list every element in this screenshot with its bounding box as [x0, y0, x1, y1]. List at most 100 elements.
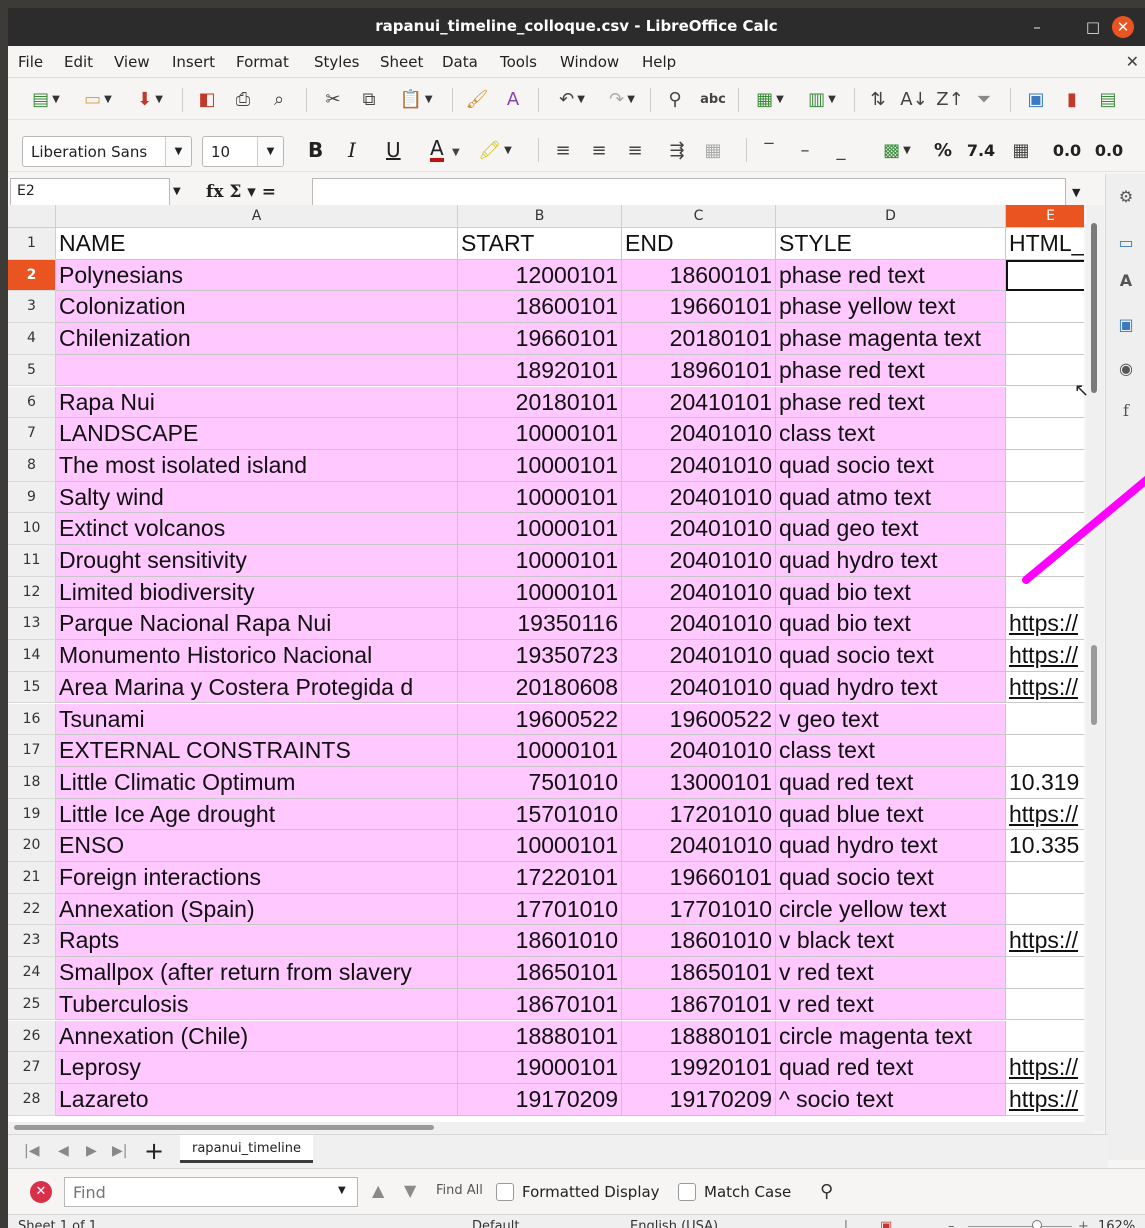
italic-button[interactable]: I: [348, 138, 356, 162]
select-all-corner[interactable]: [8, 205, 56, 228]
cell-a28[interactable]: Lazareto: [56, 1083, 458, 1116]
align-bottom-icon[interactable]: _: [828, 137, 854, 163]
insert-image-icon[interactable]: ▣: [1022, 86, 1050, 112]
minimize-button[interactable]: –: [1024, 14, 1050, 40]
cell-b13[interactable]: 19350116: [458, 608, 622, 641]
cell-d6[interactable]: phase red text: [776, 386, 1006, 419]
highlight-color-icon[interactable]: 🖍 ▼: [478, 137, 512, 163]
cell-d27[interactable]: quad red text: [776, 1052, 1006, 1084]
cell-a5[interactable]: [56, 354, 458, 387]
cell-a20[interactable]: ENSO: [56, 830, 458, 862]
cell-a24[interactable]: Smallpox (after return from slavery: [56, 957, 458, 989]
column-header-b[interactable]: B: [458, 205, 622, 228]
cell-d8[interactable]: quad socio text: [776, 449, 1006, 482]
clone-formatting-icon[interactable]: 🖌: [464, 86, 490, 112]
cell-e3[interactable]: [1006, 291, 1084, 324]
cell-d19[interactable]: quad blue text: [776, 798, 1006, 831]
find-replace-icon[interactable]: ⚲: [660, 86, 690, 112]
close-find-icon[interactable]: ✕: [30, 1181, 52, 1203]
cell-e19[interactable]: https://: [1006, 799, 1084, 831]
cell-d25[interactable]: v red text: [776, 988, 1006, 1021]
column-icon[interactable]: ▥ ▼: [798, 86, 846, 112]
cell-b2[interactable]: 12000101: [458, 259, 622, 292]
cell-a26[interactable]: Annexation (Chile): [56, 1020, 458, 1053]
properties-icon[interactable]: ▭: [1115, 232, 1137, 254]
cell-c11[interactable]: 20401010: [622, 545, 776, 577]
cell-a12[interactable]: Limited biodiversity: [56, 576, 458, 609]
cell-c14[interactable]: 20401010: [622, 640, 776, 672]
vertical-scrollbar[interactable]: [1086, 205, 1104, 1131]
cell-e23[interactable]: https://: [1006, 925, 1084, 958]
row-header[interactable]: 27: [8, 1052, 56, 1084]
cell-a2[interactable]: Polynesians: [56, 259, 458, 292]
cell-a7[interactable]: LANDSCAPE: [56, 418, 458, 450]
cell-c13[interactable]: 20401010: [622, 608, 776, 641]
menu-styles[interactable]: Styles: [314, 53, 360, 71]
row-header[interactable]: 17: [8, 735, 56, 767]
row-header[interactable]: 5: [8, 354, 56, 387]
navigator-icon[interactable]: ◉: [1115, 358, 1137, 380]
cell-b20[interactable]: 10000101: [458, 830, 622, 862]
save-icon[interactable]: ⬇ ▼: [128, 86, 172, 112]
column-header-e[interactable]: E: [1006, 205, 1084, 228]
cell-e16[interactable]: [1006, 704, 1084, 736]
cell-c21[interactable]: 19660101: [622, 862, 776, 894]
autofilter-icon[interactable]: ⏷: [970, 86, 998, 112]
print-preview-icon[interactable]: ⌕: [266, 86, 292, 112]
document-modified-icon[interactable]: ▣: [880, 1219, 892, 1228]
zoom-out-button[interactable]: –: [948, 1219, 955, 1228]
menu-insert[interactable]: Insert: [172, 53, 215, 71]
find-replace-dialog-icon[interactable]: ⚲: [820, 1181, 833, 1202]
menu-data[interactable]: Data: [442, 53, 478, 71]
cell-e24[interactable]: [1006, 957, 1084, 989]
row-header[interactable]: 16: [8, 703, 56, 736]
settings-gear-icon[interactable]: ⚙: [1115, 186, 1137, 208]
cell-c10[interactable]: 20401010: [622, 513, 776, 545]
cell-c7[interactable]: 20401010: [622, 418, 776, 450]
row-header[interactable]: 28: [8, 1083, 56, 1116]
cell-e4[interactable]: [1006, 323, 1084, 355]
row-header[interactable]: 25: [8, 988, 56, 1021]
align-center-icon[interactable]: ≡: [586, 137, 612, 163]
row-header[interactable]: 1: [8, 228, 56, 260]
cell-e18[interactable]: 10.319: [1006, 767, 1084, 799]
font-color-button[interactable]: A: [430, 138, 444, 162]
name-box[interactable]: E2: [10, 178, 170, 206]
row-header[interactable]: 7: [8, 418, 56, 450]
row-icon[interactable]: ▦ ▼: [746, 86, 794, 112]
font-size-dropdown-icon[interactable]: ▼: [257, 137, 283, 166]
sheet-tab[interactable]: rapanui_timeline: [180, 1135, 313, 1163]
vertical-scroll-split[interactable]: [1091, 645, 1097, 725]
align-left-icon[interactable]: ≡: [550, 137, 576, 163]
cell-b21[interactable]: 17220101: [458, 862, 622, 894]
spreadsheet-grid[interactable]: A B C D E 1 NAME START END STYLE HTML_ 2 Polynesians…: [8, 205, 1084, 1131]
row-header[interactable]: 22: [8, 893, 56, 926]
column-header-c[interactable]: C: [622, 205, 776, 228]
font-name-box[interactable]: Liberation Sans ▼: [22, 136, 192, 167]
cell-d17[interactable]: class text: [776, 735, 1006, 767]
cell-c24[interactable]: 18650101: [622, 957, 776, 989]
function-wizard-button[interactable]: fx Σ ▾ =: [206, 182, 276, 202]
sort-ascending-icon[interactable]: A↓: [900, 86, 928, 112]
cell-e17[interactable]: [1006, 735, 1084, 767]
cell-a1[interactable]: NAME: [56, 228, 458, 260]
row-header[interactable]: 26: [8, 1020, 56, 1053]
functions-icon[interactable]: f: [1115, 400, 1137, 422]
cell-a13[interactable]: Parque Nacional Rapa Nui: [56, 608, 458, 641]
menu-edit[interactable]: Edit: [64, 53, 93, 71]
cell-e2[interactable]: [1006, 259, 1084, 292]
find-history-dropdown-icon[interactable]: ▼: [338, 1185, 346, 1196]
cell-a10[interactable]: Extinct volcanos: [56, 513, 458, 545]
cell-b15[interactable]: 20180608: [458, 671, 622, 704]
last-sheet-icon[interactable]: ▶|: [112, 1143, 127, 1159]
cell-b19[interactable]: 15701010: [458, 798, 622, 831]
cell-b23[interactable]: 18601010: [458, 925, 622, 958]
cell-d28[interactable]: ^ socio text: [776, 1083, 1006, 1116]
zoom-slider-handle[interactable]: [1032, 1220, 1042, 1228]
cell-a11[interactable]: Drought sensitivity: [56, 545, 458, 577]
cell-a17[interactable]: EXTERNAL CONSTRAINTS: [56, 735, 458, 767]
cell-a22[interactable]: Annexation (Spain): [56, 893, 458, 926]
zoom-level[interactable]: 162%: [1098, 1219, 1135, 1228]
cell-a16[interactable]: Tsunami: [56, 703, 458, 736]
align-top-icon[interactable]: ‾: [756, 137, 782, 163]
